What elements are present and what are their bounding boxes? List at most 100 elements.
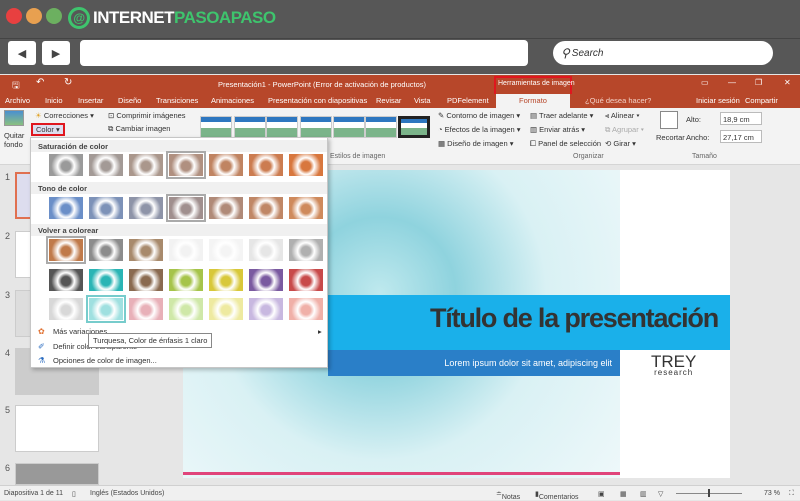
notes-button[interactable]: ≐ Notas [496, 490, 520, 501]
picture-layout-button[interactable]: ▦ Diseño de imagen ▾ [438, 139, 514, 148]
tone-option[interactable] [288, 196, 324, 220]
recolor-option[interactable] [288, 268, 324, 292]
selection-pane-button[interactable]: ⧠ Panel de selección [530, 139, 601, 149]
tab-transiciones[interactable]: Transiciones [156, 96, 198, 105]
crop-icon[interactable] [660, 111, 678, 129]
minimize-icon[interactable]: — [728, 78, 736, 87]
tone-option[interactable] [248, 196, 284, 220]
saturation-option[interactable] [208, 153, 244, 177]
recolor-option[interactable] [248, 238, 284, 262]
remove-background-icon[interactable] [4, 110, 24, 126]
recolor-option[interactable] [168, 297, 204, 321]
recolor-option[interactable] [288, 297, 324, 321]
tab-insertar[interactable]: Insertar [78, 96, 103, 105]
redo-icon[interactable]: ↻ [64, 77, 72, 88]
picture-border-button[interactable]: ✎ Contorno de imagen ▾ [438, 111, 520, 120]
tab-vista[interactable]: Vista [414, 96, 431, 105]
tab-formato[interactable]: Formato [496, 94, 570, 108]
saturation-option[interactable] [288, 153, 324, 177]
recolor-option[interactable] [48, 268, 84, 292]
tab-revisar[interactable]: Revisar [376, 96, 401, 105]
save-icon[interactable]: 🖫 [12, 78, 20, 94]
recolor-option[interactable] [168, 268, 204, 292]
undo-icon[interactable]: ↶ [36, 77, 44, 88]
saturation-option[interactable] [88, 153, 124, 177]
recolor-option[interactable] [88, 268, 124, 292]
rotate-button[interactable]: ⟲ Girar ▾ [605, 139, 636, 148]
tab-diseno[interactable]: Diseño [118, 96, 141, 105]
recolor-option[interactable] [86, 295, 126, 323]
forward-button[interactable]: ▶ [42, 41, 70, 65]
recolor-option[interactable] [46, 236, 86, 264]
recolor-option[interactable] [168, 238, 204, 262]
slide-title[interactable]: Título de la presentación [430, 303, 719, 334]
tab-presentacion[interactable]: Presentación con diapositivas [268, 96, 367, 105]
picture-effects-button[interactable]: ◔ Efectos de la imagen ▾ [438, 125, 521, 134]
corrections-button[interactable]: ☀ Correcciones ▾ [35, 111, 94, 120]
slide-thumb-5[interactable] [15, 405, 99, 452]
picture-style-5[interactable] [333, 116, 365, 138]
tone-option[interactable] [48, 196, 84, 220]
maximize-dot[interactable] [46, 8, 62, 24]
recolor-option[interactable] [88, 238, 124, 262]
minimize-dot[interactable] [26, 8, 42, 24]
comments-button[interactable]: ▮ Comentarios [535, 490, 579, 501]
picture-style-2[interactable] [234, 116, 266, 138]
saturation-option[interactable] [48, 153, 84, 177]
picture-style-7[interactable] [398, 116, 430, 138]
compress-pictures-button[interactable]: ⊡ Comprimir imágenes [108, 111, 186, 120]
back-button[interactable]: ◀ [8, 41, 36, 65]
crop-button[interactable]: Recortar [656, 133, 685, 142]
picture-style-4[interactable] [300, 116, 332, 138]
picture-style-1[interactable] [200, 116, 232, 138]
address-bar[interactable] [80, 40, 528, 66]
tell-me-box[interactable]: ¿Qué desea hacer? [585, 96, 651, 105]
recolor-option[interactable] [208, 268, 244, 292]
recolor-option[interactable] [128, 297, 164, 321]
tab-inicio[interactable]: Inicio [45, 96, 63, 105]
picture-style-6[interactable] [365, 116, 397, 138]
picture-style-3[interactable] [266, 116, 298, 138]
bring-forward-button[interactable]: ▤ Traer adelante ▾ [530, 111, 593, 120]
height-input[interactable]: 18,9 cm [720, 112, 762, 125]
tone-option[interactable] [208, 196, 244, 220]
normal-view-icon[interactable]: ▣ [598, 490, 605, 498]
spellcheck-icon[interactable]: ▯ [72, 490, 76, 498]
close-dot[interactable] [6, 8, 22, 24]
fit-slide-icon[interactable]: ⛶ [789, 490, 794, 498]
ribbon-display-icon[interactable]: ▭ [701, 78, 709, 87]
saturation-option[interactable] [248, 153, 284, 177]
align-button[interactable]: ⫷ Alinear ▾ [605, 111, 640, 121]
reading-view-icon[interactable]: ▥ [640, 490, 647, 498]
group-button[interactable]: ⧉ Agrupar ▾ [605, 125, 644, 135]
tone-option[interactable] [128, 196, 164, 220]
saturation-option[interactable] [166, 151, 206, 179]
close-icon[interactable]: ✕ [784, 78, 791, 87]
recolor-option[interactable] [248, 268, 284, 292]
search-input[interactable]: ⚲ Search [553, 41, 773, 65]
slideshow-icon[interactable]: ▽ [658, 490, 663, 498]
recolor-option[interactable] [288, 238, 324, 262]
recolor-option[interactable] [208, 297, 244, 321]
sorter-view-icon[interactable]: ▦ [620, 490, 627, 498]
tab-pdfelement[interactable]: PDFelement [447, 96, 489, 105]
color-button[interactable]: Color ▾ [31, 123, 65, 136]
sign-in-link[interactable]: Iniciar sesión [696, 96, 740, 105]
saturation-option[interactable] [128, 153, 164, 177]
recolor-option[interactable] [248, 297, 284, 321]
language[interactable]: Inglés (Estados Unidos) [90, 490, 164, 497]
recolor-option[interactable] [48, 297, 84, 321]
recolor-option[interactable] [208, 238, 244, 262]
change-picture-button[interactable]: ⧉ Cambiar imagen [108, 124, 170, 134]
color-options-item[interactable]: ⚗ Opciones de color de imagen... [38, 356, 157, 365]
recolor-option[interactable] [128, 238, 164, 262]
slide-thumb-6[interactable] [15, 463, 99, 485]
restore-icon[interactable]: ❐ [755, 78, 762, 87]
zoom-slider-handle[interactable] [708, 489, 710, 497]
width-input[interactable]: 27,17 cm [720, 130, 762, 143]
zoom-level[interactable]: 73 % [764, 490, 780, 497]
tone-option[interactable] [88, 196, 124, 220]
send-backward-button[interactable]: ▥ Enviar atrás ▾ [530, 125, 585, 134]
recolor-option[interactable] [128, 268, 164, 292]
tab-archivo[interactable]: Archivo [5, 96, 30, 105]
